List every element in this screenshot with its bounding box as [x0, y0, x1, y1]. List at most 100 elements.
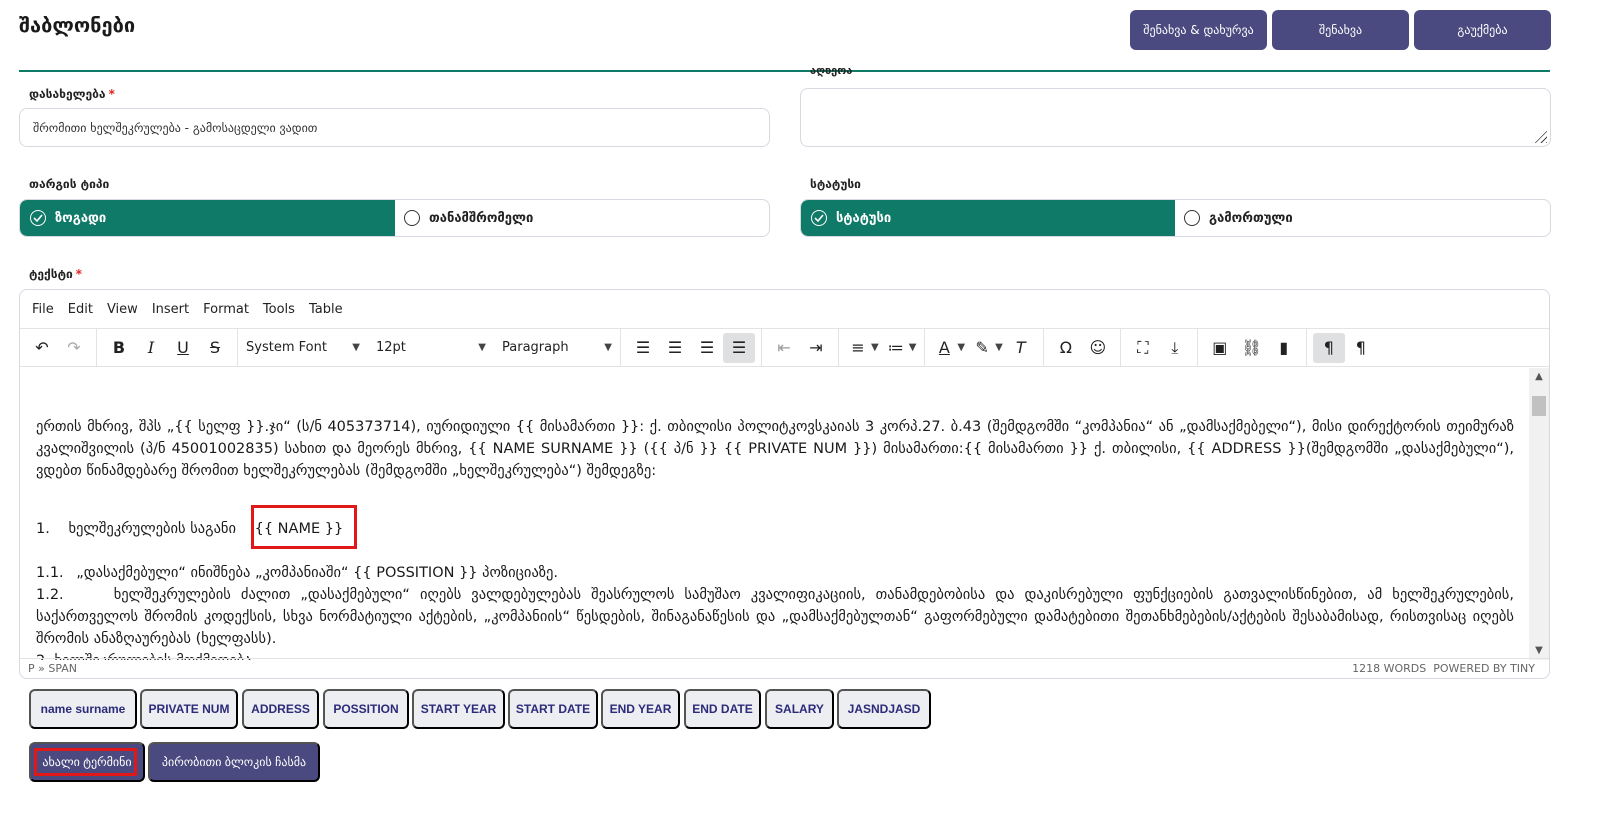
variable-button-name-surname[interactable]: name surname — [29, 689, 137, 729]
radio-label: თანამშრომელი — [429, 210, 534, 226]
editor-menubar: File Edit View Insert Format Tools Table — [20, 290, 1549, 328]
chevron-down-icon[interactable]: ▼ — [995, 342, 1003, 353]
chevron-down-icon: ▼ — [352, 342, 360, 353]
statusbar-right: 1218 WORDS POWERED BY TINY — [1352, 662, 1535, 675]
radio-circle-icon — [1184, 210, 1200, 226]
bookmark-icon[interactable]: ▮ — [1268, 333, 1300, 363]
paragraph-intro: ერთის მხრივ, შპს „{{ სელფ }}.ჯი“ (ს/ნ 40… — [36, 419, 1514, 479]
description-label: აღწერა — [810, 64, 853, 77]
item-1-1: 1.1. „დასაქმებული“ ინიშნება „კომპანიაში“… — [36, 562, 1514, 584]
editor-content[interactable]: ერთის მხრივ, შპს „{{ სელფ }}.ჯი“ (ს/ნ 40… — [20, 368, 1530, 660]
ltr-icon[interactable]: ¶ — [1312, 332, 1345, 363]
numbered-list-icon[interactable]: ≡ — [845, 333, 871, 363]
variable-button-salary[interactable]: SALARY — [765, 689, 834, 729]
section-number: 1. — [36, 521, 50, 537]
item-number: 1.2. — [36, 587, 64, 603]
page-title: შაბლონები — [19, 13, 136, 37]
chevron-down-icon: ▼ — [604, 342, 612, 353]
align-right-icon[interactable]: ☰ — [691, 333, 723, 363]
variable-button-address[interactable]: ADDRESS — [242, 689, 319, 729]
block-format-value: Paragraph — [502, 340, 569, 355]
color-group: A ▼ ✎ ▼ T — [925, 329, 1044, 366]
redo-icon[interactable]: ↷ — [58, 333, 90, 363]
format-group: B I U S — [97, 329, 238, 366]
item-text: ხელშეკრულების ძალით „დასაქმებული“ იღებს … — [36, 587, 1514, 647]
header-divider — [19, 70, 1550, 72]
save-and-close-button[interactable]: შენახვა & დახურვა — [1130, 10, 1267, 50]
element-path: P » SPAN — [28, 662, 78, 675]
variable-button-possition[interactable]: POSSITION — [323, 689, 409, 729]
variable-button-jasndjasd[interactable]: JASNDJASD — [837, 689, 931, 729]
chevron-down-icon[interactable]: ▼ — [871, 342, 879, 353]
radio-label: გამორთული — [1209, 210, 1293, 226]
menu-format[interactable]: Format — [203, 302, 249, 317]
editor-scrollbar[interactable]: ▲ ▼ — [1529, 368, 1549, 660]
required-asterisk: * — [75, 267, 83, 281]
radio-option-employee[interactable]: თანამშრომელი — [398, 200, 768, 236]
menu-view[interactable]: View — [107, 302, 138, 317]
item-1-2: 1.2. ხელშეკრულების ძალით „დასაქმებული“ ი… — [36, 584, 1514, 650]
menu-file[interactable]: File — [32, 302, 54, 317]
word-count[interactable]: 1218 WORDS — [1352, 662, 1426, 675]
fullscreen-icon[interactable]: ⛶ — [1127, 333, 1159, 363]
clear-format-icon[interactable]: T — [1005, 333, 1037, 363]
block-format-select[interactable]: Paragraph ▼ — [494, 333, 620, 363]
strikethrough-icon[interactable]: S — [199, 333, 231, 363]
indent-group: ⇤ ⇥ — [762, 329, 839, 366]
variable-button-end-date[interactable]: END DATE — [684, 689, 761, 729]
cancel-button[interactable]: გაუქმება — [1414, 10, 1551, 50]
underline-icon[interactable]: U — [167, 333, 199, 363]
direction-group: ¶ ¶ — [1307, 329, 1383, 366]
variable-button-start-year[interactable]: START YEAR — [412, 689, 505, 729]
template-type-label: თარგის ტიპი — [29, 177, 110, 191]
link-icon[interactable]: ⛓ — [1236, 333, 1268, 363]
resize-handle-icon[interactable] — [1533, 129, 1547, 143]
scroll-up-icon[interactable]: ▲ — [1529, 368, 1549, 386]
align-left-icon[interactable]: ☰ — [627, 333, 659, 363]
description-textarea[interactable] — [800, 88, 1551, 147]
align-center-icon[interactable]: ☰ — [659, 333, 691, 363]
chevron-down-icon[interactable]: ▼ — [957, 342, 965, 353]
menu-insert[interactable]: Insert — [152, 302, 189, 317]
variable-button-start-date[interactable]: START DATE — [508, 689, 598, 729]
bullet-list-icon[interactable]: ≔ — [883, 333, 909, 363]
special-character-icon[interactable]: Ω — [1050, 333, 1082, 363]
italic-icon[interactable]: I — [135, 333, 167, 363]
indent-icon[interactable]: ⇥ — [800, 333, 832, 363]
required-asterisk: * — [108, 87, 115, 101]
radio-option-general[interactable]: ზოგადი — [20, 200, 395, 236]
font-group: System Font ▼ 12pt ▼ Paragraph ▼ — [238, 329, 621, 366]
name-input[interactable]: შრომითი ხელშეკრულება - გამოსაცდელი ვადით — [19, 108, 770, 147]
powered-by-link[interactable]: POWERED BY TINY — [1433, 662, 1535, 675]
check-circle-icon — [30, 210, 46, 226]
menu-tools[interactable]: Tools — [263, 302, 295, 317]
insert-conditional-block-button[interactable]: პირობითი ბლოკის ჩასმა — [148, 742, 320, 782]
emoji-icon[interactable]: ☺ — [1082, 333, 1114, 363]
highlight-box — [34, 748, 137, 776]
font-size-select[interactable]: 12pt ▼ — [368, 333, 494, 363]
scroll-thumb[interactable] — [1532, 396, 1546, 416]
radio-option-disabled[interactable]: გამორთული — [1178, 200, 1548, 236]
status-radio-group: სტატუსი გამორთული — [800, 199, 1551, 237]
variable-button-private-num[interactable]: PRIVATE NUM — [140, 689, 238, 729]
download-icon[interactable]: ⤓ — [1159, 333, 1191, 363]
view-group: ⛶ ⤓ — [1121, 329, 1198, 366]
font-family-select[interactable]: System Font ▼ — [238, 333, 368, 363]
chevron-down-icon[interactable]: ▼ — [909, 342, 917, 353]
undo-icon[interactable]: ↶ — [26, 333, 58, 363]
media-group: ▣ ⛓ ▮ — [1198, 329, 1307, 366]
template-type-radio-group: ზოგადი თანამშრომელი — [19, 199, 770, 237]
rtl-icon[interactable]: ¶ — [1345, 333, 1377, 363]
variable-button-end-year[interactable]: END YEAR — [601, 689, 680, 729]
image-icon[interactable]: ▣ — [1204, 333, 1236, 363]
outdent-icon[interactable]: ⇤ — [768, 333, 800, 363]
menu-edit[interactable]: Edit — [68, 302, 93, 317]
name-label: დასახელება * — [29, 87, 115, 101]
highlight-color-icon[interactable]: ✎ — [969, 333, 995, 363]
menu-table[interactable]: Table — [309, 302, 343, 317]
align-justify-icon[interactable]: ☰ — [723, 332, 755, 363]
radio-option-status[interactable]: სტატუსი — [801, 200, 1175, 236]
text-color-icon[interactable]: A — [931, 333, 957, 363]
bold-icon[interactable]: B — [103, 333, 135, 363]
save-button[interactable]: შენახვა — [1272, 10, 1409, 50]
